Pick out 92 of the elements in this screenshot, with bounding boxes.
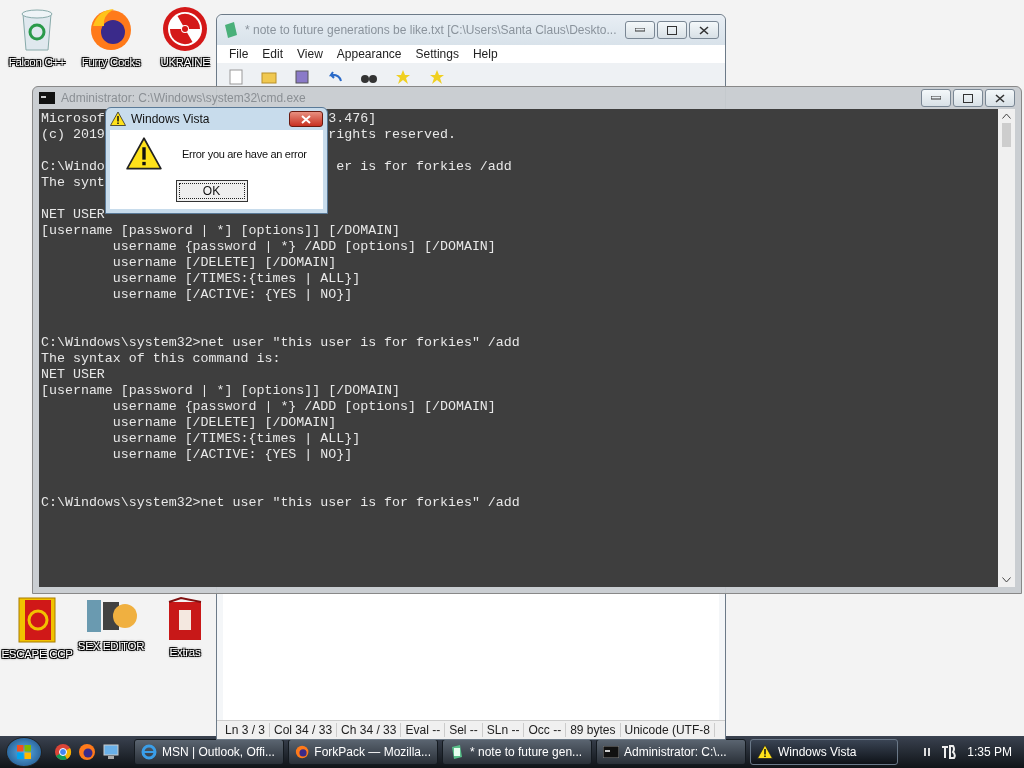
dialog-title: Windows Vista	[131, 112, 211, 126]
close-button[interactable]	[689, 21, 719, 39]
maximize-icon	[667, 25, 677, 35]
ok-button[interactable]: OK	[175, 179, 248, 202]
console-line: rights reserved.	[328, 127, 457, 143]
minimize-icon	[635, 28, 645, 32]
taskbar-button[interactable]: MSN | Outlook, Offi...	[134, 739, 284, 765]
close-icon	[699, 25, 709, 35]
console-icon	[39, 92, 55, 104]
close-button[interactable]	[985, 89, 1015, 107]
taskbar-button[interactable]: Administrator: C:\...	[596, 739, 746, 765]
console-line: username [/DELETE] [/DOMAIN]	[111, 255, 337, 271]
pause-icon[interactable]	[923, 747, 932, 757]
console-line: [username [password | *] [options]] [/DOMAIN]	[41, 223, 401, 239]
console-line: C:\Windows\system32>net user "this user is for forkies" /add	[41, 335, 520, 351]
console-line: NET USER	[41, 207, 105, 223]
menu-item[interactable]: Appearance	[336, 47, 402, 61]
console-line: C:\Windows\system32>net user "this user is for forkies" /add	[41, 495, 520, 511]
console-line: username [/ACTIVE: {YES | NO}]	[111, 287, 353, 303]
close-icon	[301, 114, 311, 124]
console-line: username {password | *} /ADD [options] [/DOMAIN]	[111, 399, 496, 415]
tb-letters-icon[interactable]	[941, 744, 958, 760]
icon-label: ESCAPE CCP	[0, 648, 75, 660]
scroll-thumb[interactable]	[1002, 123, 1011, 147]
menu-item[interactable]: Edit	[262, 47, 284, 61]
notepad-icon	[223, 21, 239, 39]
menu-item[interactable]: File	[229, 47, 249, 61]
taskbar-button[interactable]: ForkPack — Mozilla...	[288, 739, 438, 765]
menu-item[interactable]: Settings	[415, 47, 459, 61]
warning-icon	[110, 111, 126, 127]
taskbar-button[interactable]: Windows Vista	[750, 739, 898, 765]
fox-globe-icon[interactable]	[78, 743, 96, 761]
start-button[interactable]	[6, 737, 42, 767]
window-title: * note to future generations be like.txt [C:\Users\Santa Claus\Deskto...	[245, 23, 618, 37]
icon-label: Extras	[168, 646, 203, 658]
icon-label: Falcon C++	[7, 56, 67, 68]
status-field: SLn --	[482, 723, 525, 737]
console-line: The synt	[41, 175, 105, 191]
status-field: Col 34 / 33	[270, 723, 338, 737]
warning-icon	[757, 744, 773, 760]
star-icon[interactable]	[429, 69, 445, 85]
scroll-up-icon[interactable]	[1002, 113, 1011, 119]
fox-globe-icon	[295, 744, 310, 760]
maximize-button[interactable]	[953, 89, 983, 107]
status-field: Ch 34 / 33	[337, 723, 402, 737]
status-field: Ln 3 / 3	[221, 723, 271, 737]
star-icon[interactable]	[395, 69, 411, 85]
console-line: username {password | *} /ADD [options] [/DOMAIN]	[111, 239, 496, 255]
status-field: 89 bytes	[566, 723, 621, 737]
warning-icon	[126, 136, 162, 172]
menu-item[interactable]: View	[297, 47, 323, 61]
fox-globe-icon	[88, 6, 134, 52]
console-line: username [/ACTIVE: {YES | NO}]	[111, 447, 353, 463]
console-line: [username [password | *] [options]] [/DOMAIN]	[41, 383, 401, 399]
console-icon	[603, 746, 619, 758]
notepad-icon	[449, 744, 465, 760]
maximize-button[interactable]	[657, 21, 687, 39]
taskbar-button[interactable]: * note to future gen...	[442, 739, 592, 765]
scrollbar[interactable]	[998, 109, 1015, 587]
console-line: The syntax of this command is:	[41, 351, 281, 367]
status-field: Occ --	[524, 723, 567, 737]
icon-label: UKRAINE	[159, 56, 212, 68]
console-line: NET USER	[41, 367, 105, 383]
status-field: Sel --	[445, 723, 483, 737]
console-line: username [/TIMES:{times | ALL}]	[111, 271, 361, 287]
book-icon	[17, 596, 57, 644]
status-field: Unicode (UTF-8	[620, 723, 715, 737]
maximize-icon	[963, 93, 973, 103]
console-line: username [/DELETE] [/DOMAIN]	[111, 415, 337, 431]
console-line: username [/TIMES:{times | ALL}]	[111, 431, 361, 447]
icon-label: Furry Cocks	[80, 56, 143, 68]
status-field: Eval --	[401, 723, 446, 737]
minimize-icon	[931, 96, 941, 100]
console-line: C:\Windo	[41, 159, 105, 175]
chrome-icon[interactable]	[54, 743, 72, 761]
undo-icon[interactable]	[327, 71, 343, 83]
window-title: Administrator: C:\Windows\system32\cmd.exe	[61, 91, 307, 105]
radiation-icon	[162, 6, 208, 52]
computer-icon[interactable]	[102, 744, 120, 760]
scroll-down-icon[interactable]	[1002, 577, 1011, 583]
console-line: (c) 2019	[41, 127, 105, 143]
close-icon	[995, 93, 1005, 103]
console-line: 3.476]	[328, 111, 378, 127]
e-globe-icon	[141, 744, 157, 760]
close-button[interactable]	[289, 111, 323, 127]
console-line: er is for forkies /add	[335, 159, 513, 175]
windows-logo-icon	[16, 744, 32, 760]
clock[interactable]: 1:35 PM	[967, 745, 1012, 759]
console-line: Microsof	[41, 111, 105, 127]
icon-label: SEX EDITOR	[76, 640, 146, 652]
menu-item[interactable]: Help	[472, 47, 498, 61]
error-message: Error you are have an error	[182, 148, 307, 160]
